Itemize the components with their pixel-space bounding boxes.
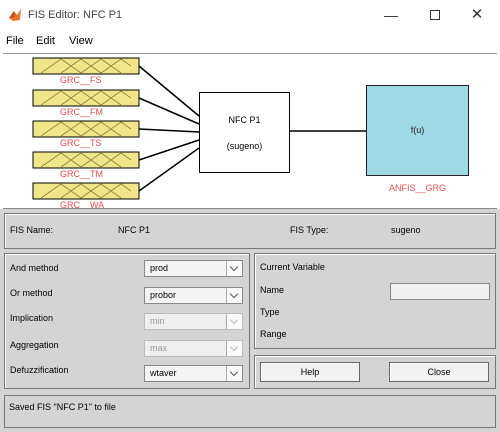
current-variable-frame: Current Variable Name Type Range <box>254 253 496 349</box>
chevron-down-icon <box>226 366 242 381</box>
help-button[interactable]: Help <box>260 362 360 382</box>
input-box-2[interactable] <box>32 89 140 107</box>
defuzzification-select[interactable]: wtaver <box>144 365 243 382</box>
fis-name-label: FIS Name: <box>10 225 54 235</box>
and-method-select[interactable]: prod <box>144 260 243 277</box>
current-variable-title: Current Variable <box>260 262 325 272</box>
fis-type-label: FIS Type: <box>290 225 329 235</box>
title-bar: FIS Editor: NFC P1 — ✕ <box>0 0 500 32</box>
variable-name-label: Name <box>260 285 285 295</box>
maximize-icon <box>430 10 440 21</box>
or-method-label: Or method <box>10 288 53 298</box>
variable-name-field[interactable] <box>390 283 490 300</box>
fis-name-value: NFC P1 <box>118 225 151 235</box>
and-method-label: And method <box>10 263 59 273</box>
chevron-down-icon <box>226 341 242 356</box>
fis-system-box[interactable]: NFC P1 (sugeno) <box>199 92 290 173</box>
implication-value: min <box>150 316 165 326</box>
close-button[interactable]: Close <box>389 362 489 382</box>
defuzzification-label: Defuzzification <box>10 365 69 375</box>
input-label-2: GRC__FM <box>60 107 104 117</box>
close-window-button[interactable]: ✕ <box>462 4 492 26</box>
defuzzification-value: wtaver <box>150 368 177 378</box>
input-label-5: GRC__WA <box>60 200 105 209</box>
buttons-frame: Help Close <box>254 355 496 389</box>
system-type: (sugeno) <box>226 141 263 151</box>
methods-frame: And method prod Or method probor Implica… <box>4 253 250 389</box>
or-method-select[interactable]: probor <box>144 287 243 304</box>
aggregation-value: max <box>150 343 168 353</box>
output-function-box[interactable]: f(u) <box>366 85 469 176</box>
chevron-down-icon <box>226 314 242 329</box>
menu-file[interactable]: File <box>6 35 24 47</box>
menu-edit[interactable]: Edit <box>36 35 55 47</box>
input-box-5[interactable] <box>32 182 140 200</box>
minimize-button[interactable]: — <box>376 4 406 26</box>
variable-type-label: Type <box>260 307 280 317</box>
system-name: NFC P1 <box>228 115 261 125</box>
output-label: ANFIS__GRG <box>388 183 446 193</box>
status-bar: Saved FIS "NFC P1" to file <box>4 395 496 428</box>
window-title: FIS Editor: NFC P1 <box>28 9 123 21</box>
matlab-app-icon <box>9 9 21 21</box>
input-label-1: GRC__FS <box>60 75 102 85</box>
implication-label: Implication <box>10 313 54 323</box>
aggregation-select: max <box>144 340 243 357</box>
implication-select: min <box>144 313 243 330</box>
menu-bar: File Edit View <box>0 32 500 52</box>
input-label-3: GRC__TS <box>60 138 102 148</box>
fis-diagram: GRC__FS GRC__FM GRC__TS GRC__TM GRC__WA … <box>3 53 497 209</box>
input-label-4: GRC__TM <box>60 169 104 179</box>
input-box-4[interactable] <box>32 151 140 169</box>
output-function: f(u) <box>410 125 425 135</box>
maximize-button[interactable] <box>420 4 450 26</box>
or-method-value: probor <box>150 290 177 300</box>
input-box-1[interactable] <box>32 57 140 75</box>
input-box-3[interactable] <box>32 120 140 138</box>
status-message: Saved FIS "NFC P1" to file <box>9 402 116 412</box>
aggregation-label: Aggregation <box>10 340 59 350</box>
fis-info-frame: FIS Name: NFC P1 FIS Type: sugeno <box>4 213 496 249</box>
chevron-down-icon <box>226 261 242 276</box>
chevron-down-icon <box>226 288 242 303</box>
fis-type-value: sugeno <box>391 225 421 235</box>
and-method-value: prod <box>150 263 169 273</box>
properties-panel: FIS Name: NFC P1 FIS Type: sugeno And me… <box>0 209 500 432</box>
variable-range-label: Range <box>260 329 287 339</box>
menu-view[interactable]: View <box>69 35 93 47</box>
